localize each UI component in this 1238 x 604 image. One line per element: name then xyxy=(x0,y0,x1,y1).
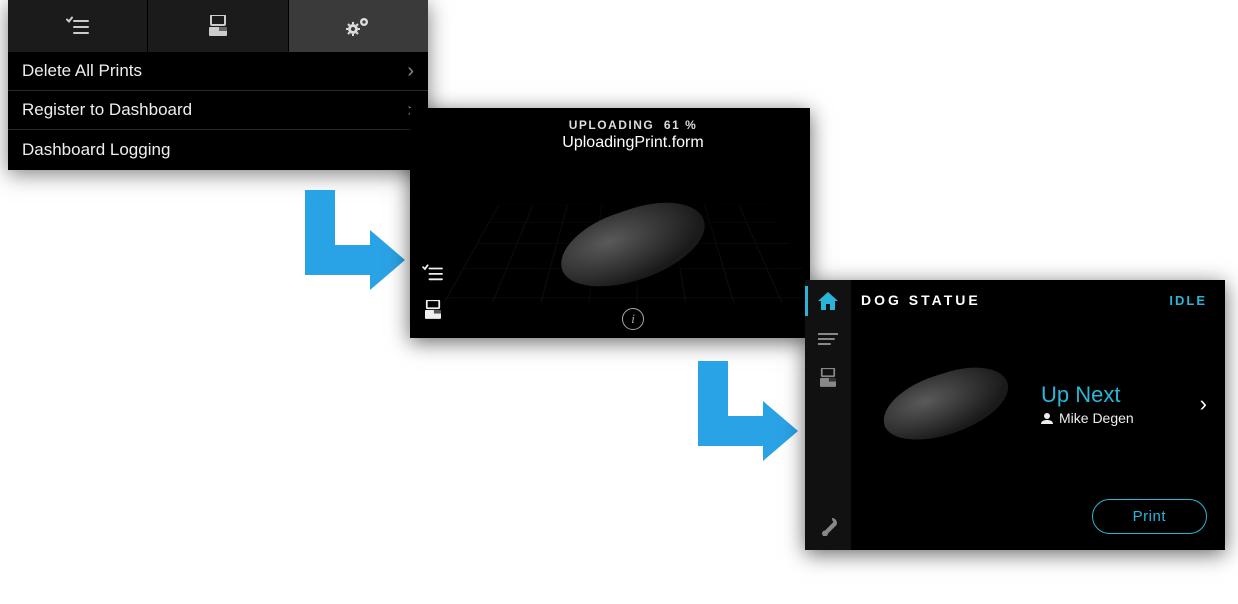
user-icon xyxy=(1041,412,1053,424)
settings-menu: Delete All Prints › Register to Dashboar… xyxy=(8,52,428,169)
printer-icon[interactable] xyxy=(820,368,836,388)
uploading-main: UPLOADING 61 % UploadingPrint.form i xyxy=(456,108,810,338)
job-header: DOG STATUE IDLE xyxy=(861,292,1207,308)
menu-item-delete-all-prints[interactable]: Delete All Prints › xyxy=(8,52,428,91)
job-status: IDLE xyxy=(1169,293,1207,308)
up-next-label: Up Next xyxy=(1041,382,1190,408)
list-icon[interactable] xyxy=(818,332,838,346)
job-footer: Print xyxy=(861,499,1207,534)
printer-icon[interactable] xyxy=(425,300,441,320)
printer-icon xyxy=(209,15,227,37)
flow-arrow-1 xyxy=(285,190,405,300)
tab-printer[interactable] xyxy=(148,0,288,52)
flow-arrow-2 xyxy=(678,361,798,471)
job-sidebar xyxy=(805,280,851,550)
uploading-sidebar xyxy=(410,108,456,338)
print-button[interactable]: Print xyxy=(1092,499,1207,534)
tab-checklist[interactable] xyxy=(8,0,148,52)
model-preview xyxy=(875,355,1017,452)
menu-item-register-dashboard[interactable]: Register to Dashboard › xyxy=(8,91,428,130)
gears-icon xyxy=(344,15,372,37)
job-user: Mike Degen xyxy=(1041,410,1190,426)
chevron-right-icon: › xyxy=(1200,391,1207,417)
chevron-right-icon: › xyxy=(407,60,414,83)
menu-item-label: Delete All Prints xyxy=(22,61,142,81)
info-icon[interactable]: i xyxy=(622,308,644,330)
menu-item-dashboard-logging[interactable]: Dashboard Logging xyxy=(8,130,428,169)
upload-filename: UploadingPrint.form xyxy=(562,134,703,152)
checklist-icon[interactable] xyxy=(422,264,444,282)
job-body[interactable]: Up Next Mike Degen › xyxy=(861,308,1207,499)
menu-item-label: Register to Dashboard xyxy=(22,100,192,120)
settings-panel: Delete All Prints › Register to Dashboar… xyxy=(8,0,428,170)
upload-status-label: UPLOADING xyxy=(569,118,655,132)
uploading-panel: UPLOADING 61 % UploadingPrint.form i xyxy=(410,108,810,338)
tab-settings[interactable] xyxy=(289,0,428,52)
upload-status: UPLOADING 61 % xyxy=(569,118,698,132)
job-panel: DOG STATUE IDLE Up Next Mike Degen › Pri… xyxy=(805,280,1225,550)
upload-status-percent: 61 % xyxy=(664,118,697,132)
job-title: DOG STATUE xyxy=(861,292,981,308)
job-preview xyxy=(861,349,1031,459)
job-user-name: Mike Degen xyxy=(1059,410,1134,426)
home-icon[interactable] xyxy=(818,292,838,310)
menu-item-label: Dashboard Logging xyxy=(22,140,170,160)
wrench-icon[interactable] xyxy=(819,518,837,536)
job-main: DOG STATUE IDLE Up Next Mike Degen › Pri… xyxy=(851,280,1225,550)
settings-tabs xyxy=(8,0,428,52)
checklist-icon xyxy=(66,16,90,36)
job-info: Up Next Mike Degen xyxy=(1041,382,1190,426)
